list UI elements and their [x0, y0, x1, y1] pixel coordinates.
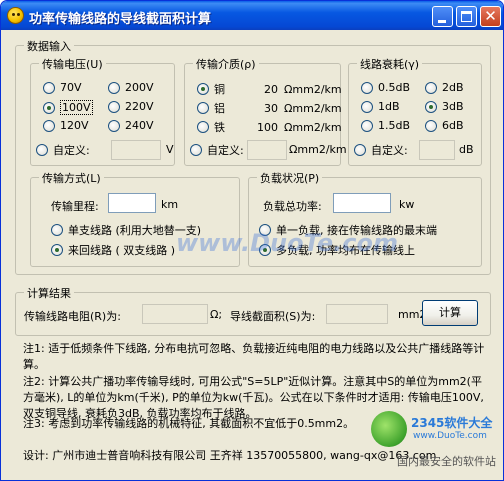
watermark-logo-icon: [371, 411, 407, 447]
app-window: 功率传输线路的导线截面积计算 ✕ 数据输入 传输电压(U) 70V 200V 1…: [0, 0, 504, 481]
radio-icon: [361, 100, 373, 113]
attenuation-custom-option[interactable]: 自定义:: [354, 142, 408, 158]
attenuation-custom-input[interactable]: [419, 140, 455, 160]
attenuation-custom-unit: dB: [459, 143, 474, 156]
radio-selected-icon: [197, 83, 209, 95]
maximize-icon: [461, 11, 472, 22]
radio-icon: [51, 224, 63, 236]
attenuation-option-6db[interactable]: 6dB: [425, 119, 464, 132]
result-group: 计算结果 传输线路电阻(R)为: Ω; 导线截面积(S)为: mm2 计算: [15, 285, 491, 336]
voltage-custom-unit: V: [166, 143, 174, 156]
voltage-option-240v[interactable]: 240V: [108, 119, 154, 132]
attenuation-option-0-5db[interactable]: 0.5dB: [361, 81, 410, 94]
voltage-group: 传输电压(U) 70V 200V 100V 220V 120V 240V 自定义…: [30, 56, 175, 166]
radio-selected-icon: [43, 101, 55, 114]
watermark-url: www.DuoTe.com: [413, 431, 487, 441]
calculate-button[interactable]: 计算: [422, 300, 478, 326]
medium-custom-option[interactable]: 自定义:: [190, 142, 244, 158]
radio-icon: [108, 119, 120, 132]
window-title: 功率传输线路的导线截面积计算: [29, 12, 212, 27]
voltage-option-220v[interactable]: 220V: [108, 100, 154, 113]
radio-icon: [197, 121, 209, 133]
power-label: 负载总功率:: [263, 200, 322, 213]
medium-group: 传输介质(ρ) 铜 20 Ωmm2/km 铝 30 Ωmm2/km 铁 100 Ωmm2/k…: [184, 56, 347, 166]
load-legend: 负载状况(P): [257, 170, 323, 186]
radio-icon: [425, 81, 437, 94]
attenuation-legend: 线路衰耗(γ): [357, 56, 423, 72]
power-unit: kw: [399, 198, 415, 211]
attenuation-option-2db[interactable]: 2dB: [425, 81, 464, 94]
medium-custom-unit: Ωmm2/km: [289, 143, 347, 156]
radio-icon: [36, 144, 48, 156]
attenuation-option-1db[interactable]: 1dB: [361, 100, 400, 113]
distance-input[interactable]: [108, 193, 156, 213]
minimize-button[interactable]: [432, 6, 453, 27]
radio-icon: [361, 81, 373, 94]
radio-selected-icon: [51, 244, 63, 256]
radio-icon: [361, 119, 373, 132]
attenuation-group: 线路衰耗(γ) 0.5dB 2dB 1dB 3dB 1.5dB 6dB 自定义:…: [348, 56, 482, 166]
resistance-label: 传输线路电阻(R)为:: [24, 310, 121, 323]
attenuation-option-3db[interactable]: 3dB: [425, 100, 464, 113]
method-option-round-trip[interactable]: 来回线路 ( 双支线路 ): [51, 242, 175, 258]
medium-option-copper[interactable]: 铜 20 Ωmm2/km: [197, 81, 342, 97]
distance-unit: km: [161, 198, 179, 211]
note-1: 注1: 适于低频条件下线路, 分布电抗可忽略、负载接近纯电阻的电力线路以及公共广…: [23, 342, 485, 371]
close-button[interactable]: ✕: [480, 6, 501, 27]
minimize-icon: [438, 20, 446, 23]
power-input[interactable]: [333, 193, 391, 213]
radio-icon: [108, 81, 120, 94]
distance-label: 传输里程:: [51, 200, 99, 213]
designer-credit: 设计: 广州市迪士普音响科技有限公司 王齐祥 13570055800, wang…: [23, 449, 437, 462]
watermark-tagline: 国内最安全的软件站: [397, 455, 496, 468]
watermark-center: www.DuoTe.com: [176, 229, 398, 257]
area-output: [326, 304, 388, 324]
radio-icon: [108, 100, 120, 113]
medium-option-iron[interactable]: 铁 100 Ωmm2/km: [197, 119, 342, 135]
maximize-button[interactable]: [456, 6, 477, 27]
resistance-output: [142, 304, 208, 324]
radio-icon: [43, 81, 55, 94]
title-bar[interactable]: 功率传输线路的导线截面积计算 ✕: [1, 1, 503, 30]
close-icon: ✕: [484, 7, 497, 25]
medium-option-aluminum[interactable]: 铝 30 Ωmm2/km: [197, 100, 342, 116]
voltage-option-200v[interactable]: 200V: [108, 81, 154, 94]
result-legend: 计算结果: [24, 285, 74, 301]
medium-legend: 传输介质(ρ): [193, 56, 259, 72]
voltage-option-100v[interactable]: 100V: [43, 100, 93, 115]
area-label: 导线截面积(S)为:: [230, 310, 316, 323]
radio-selected-icon: [425, 100, 437, 113]
voltage-custom-input[interactable]: [111, 140, 161, 160]
voltage-custom-option[interactable]: 自定义:: [36, 142, 90, 158]
data-input-legend: 数据输入: [24, 38, 74, 54]
radio-icon: [354, 144, 366, 156]
watermark-brand: 2345软件大全: [411, 416, 493, 430]
smiley-app-icon: [7, 7, 24, 24]
voltage-legend: 传输电压(U): [39, 56, 106, 72]
radio-icon: [425, 119, 437, 132]
radio-icon: [190, 144, 202, 156]
radio-icon: [197, 102, 209, 114]
resistance-unit: Ω;: [210, 308, 223, 321]
attenuation-option-1-5db[interactable]: 1.5dB: [361, 119, 410, 132]
radio-icon: [43, 119, 55, 132]
method-legend: 传输方式(L): [39, 170, 104, 186]
voltage-option-70v[interactable]: 70V: [43, 81, 82, 94]
medium-custom-input[interactable]: [247, 140, 287, 160]
voltage-option-120v[interactable]: 120V: [43, 119, 89, 132]
